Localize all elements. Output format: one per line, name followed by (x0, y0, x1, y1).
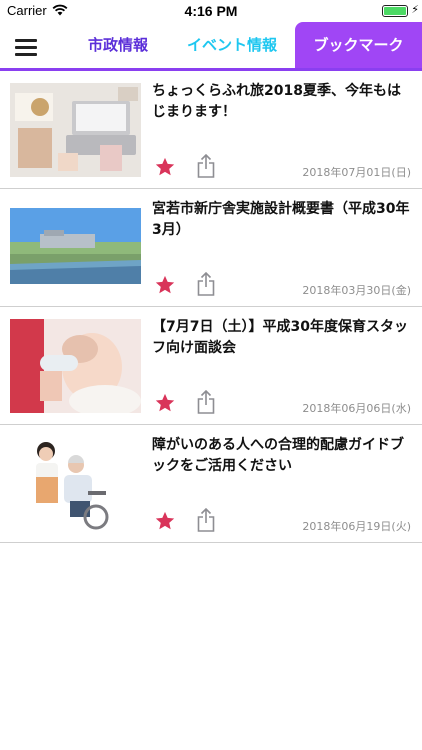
clock: 4:16 PM (184, 3, 238, 19)
charging-icon: ⚡ (411, 3, 419, 16)
list-item[interactable]: 宮若市新庁舎実施設計概要書（平成30年3月） 2018年03月30日(金) (0, 189, 422, 307)
hamburger-icon[interactable] (15, 39, 37, 56)
item-date: 2018年07月01日(日) (302, 166, 411, 179)
item-title: 宮若市新庁舎実施設計概要書（平成30年3月） (152, 201, 410, 238)
list-item[interactable]: ちょっくらふれ旅2018夏季、今年もはじまります！ 2018年07月01日(日) (0, 71, 422, 189)
thumbnail-cityhall-image (10, 208, 141, 284)
thumbnail-desk-image (10, 83, 141, 177)
thumbnail-caregiver-image (10, 437, 141, 531)
star-icon[interactable] (154, 156, 176, 178)
nav-bar: 市政情報 イベント情報 ブックマーク (0, 22, 422, 69)
tab-event-info[interactable]: イベント情報 (180, 22, 284, 68)
star-icon[interactable] (154, 274, 176, 296)
thumbnail-baby-image (10, 319, 141, 413)
item-date: 2018年06月06日(水) (302, 402, 411, 415)
tab-city-info[interactable]: 市政情報 (72, 22, 164, 68)
star-icon[interactable] (154, 392, 176, 414)
share-icon[interactable] (197, 154, 215, 178)
battery-icon (382, 5, 408, 17)
share-icon[interactable] (197, 508, 215, 532)
star-icon[interactable] (154, 510, 176, 532)
item-title: ちょっくらふれ旅2018夏季、今年もはじまります！ (152, 83, 401, 120)
status-bar: Carrier 4:16 PM ⚡ (0, 0, 422, 22)
item-title: 障がいのある人への合理的配慮ガイドブックをご活用ください (152, 437, 404, 474)
tab-bookmark[interactable]: ブックマーク (295, 22, 422, 69)
item-date: 2018年06月19日(火) (302, 520, 411, 533)
item-date: 2018年03月30日(金) (302, 284, 411, 297)
share-icon[interactable] (197, 390, 215, 414)
share-icon[interactable] (197, 272, 215, 296)
bookmark-list: ちょっくらふれ旅2018夏季、今年もはじまります！ 2018年07月01日(日)… (0, 71, 422, 543)
list-item[interactable]: 障がいのある人への合理的配慮ガイドブックをご活用ください 2018年06月19日… (0, 425, 422, 543)
list-item[interactable]: 【7月7日（土）】平成30年度保育スタッフ向け面談会 2018年06月06日(水… (0, 307, 422, 425)
item-title: 【7月7日（土）】平成30年度保育スタッフ向け面談会 (152, 319, 408, 356)
